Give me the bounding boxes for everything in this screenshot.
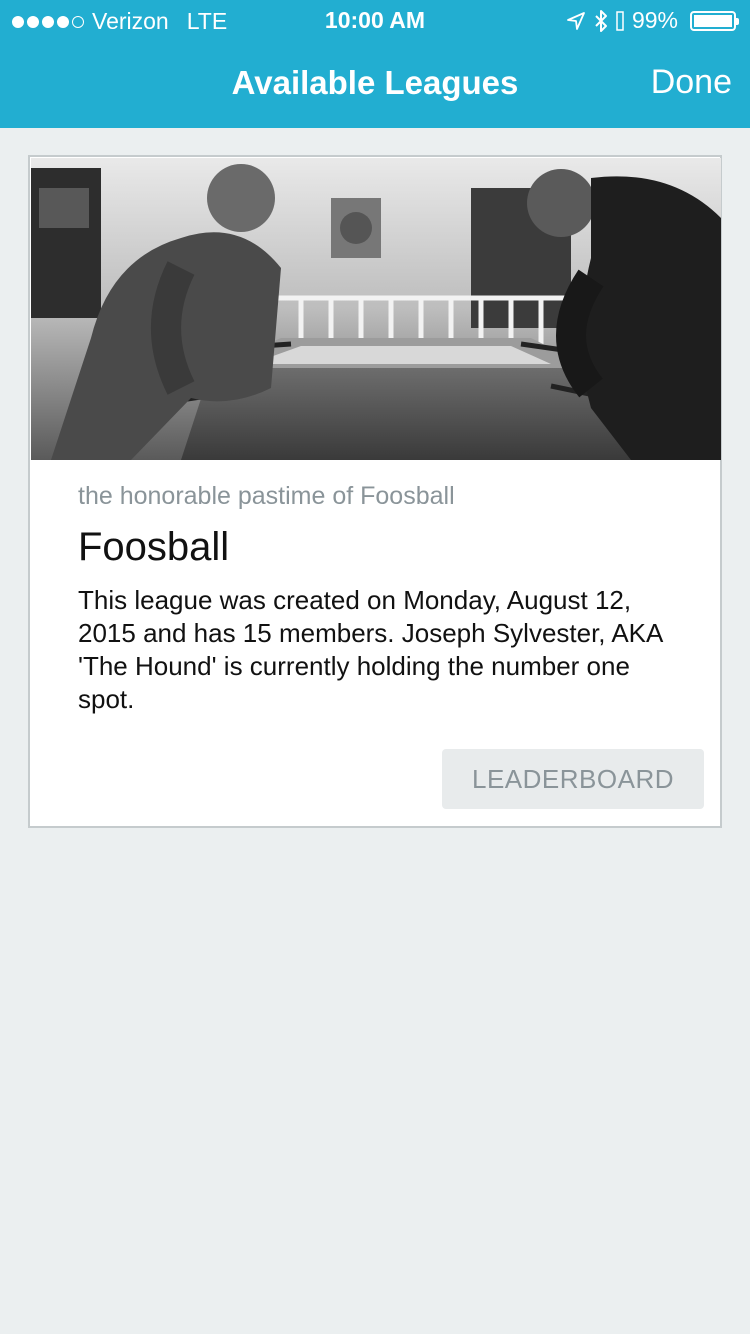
league-description: This league was created on Monday, Augus… [78,585,662,714]
done-button[interactable]: Done [651,63,732,102]
battery-percent: 99% [631,7,678,33]
league-subtitle: the honorable pastime of Foosball [78,482,455,510]
bluetooth-icon [595,9,607,32]
battery-icon [690,10,739,31]
status-right: 99% [566,7,739,34]
league-title: Foosball [78,525,230,569]
location-arrow-icon [567,11,585,30]
league-card[interactable]: the honorable pastime of Foosball Foosba… [28,155,722,828]
battery-fill [694,14,732,27]
page-title: Available Leagues [231,64,519,101]
league-image [31,158,721,460]
status-bar: Verizon LTE 10:00 AM 99% [0,0,750,40]
foosball-photo-illustration [31,158,721,460]
charging-icon [616,10,624,31]
app-header: Verizon LTE 10:00 AM 99% Available Leagu… [0,0,750,128]
leaderboard-button[interactable]: LEADERBOARD [442,749,704,809]
